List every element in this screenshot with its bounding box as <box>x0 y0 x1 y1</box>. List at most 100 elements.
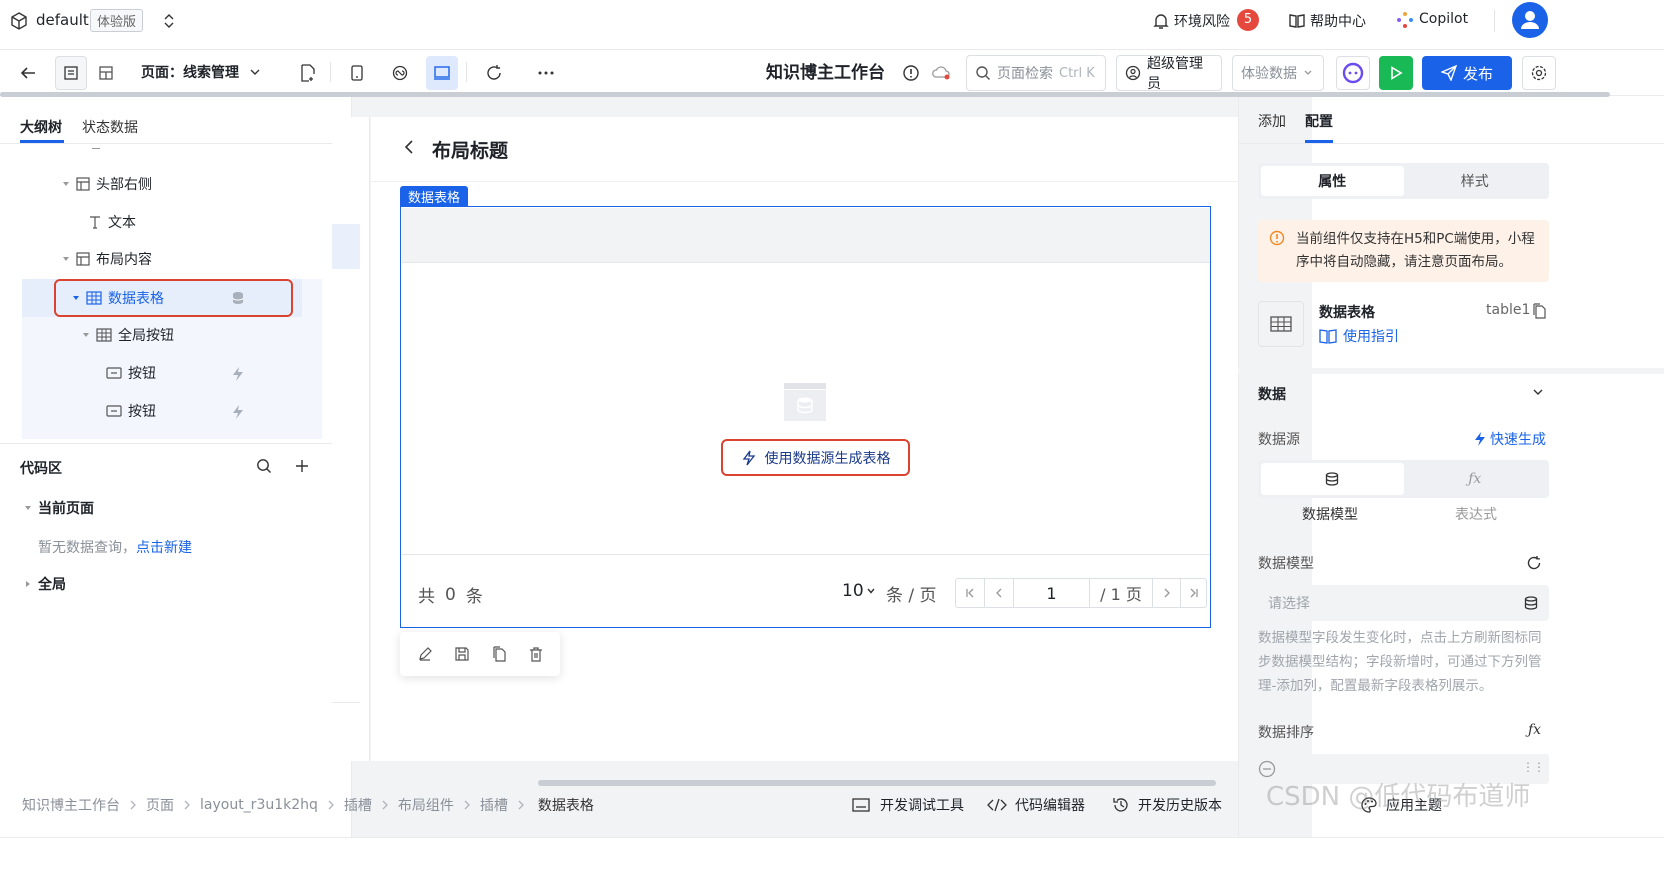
current-page-input[interactable]: 1 <box>1014 579 1090 607</box>
fx-icon[interactable]: ƒx <box>1528 722 1541 738</box>
usage-guide-label: 使用指引 <box>1343 329 1399 345</box>
component-table-icon <box>1258 301 1304 347</box>
role-selector[interactable]: 超级管理员 <box>1116 55 1222 92</box>
ds-model-option[interactable] <box>1261 463 1404 495</box>
dev-tools-link[interactable]: 开发调试工具 <box>852 795 964 815</box>
tree-node-text[interactable]: 文本 <box>88 205 136 239</box>
generate-table-button[interactable]: 使用数据源生成表格 <box>721 439 910 476</box>
desktop-preview-icon[interactable] <box>426 56 458 90</box>
run-button[interactable] <box>1379 56 1413 90</box>
app-switch-icon[interactable] <box>162 12 176 30</box>
info-icon[interactable] <box>898 56 924 90</box>
tree-node-data-table[interactable]: 数据表格 <box>72 281 164 315</box>
miniprogram-preview-icon[interactable] <box>386 56 414 90</box>
tree-node-button-2[interactable]: 按钮 <box>106 394 156 428</box>
page-selector[interactable]: 页面：线索管理 <box>141 58 261 86</box>
copy-icon[interactable] <box>1532 303 1546 319</box>
code-node-global[interactable]: 全局 <box>24 567 66 601</box>
copilot-icon[interactable] <box>1396 11 1414 29</box>
publish-button[interactable]: 发布 <box>1422 56 1512 90</box>
layout-title: 布局标题 <box>432 140 509 162</box>
settings-icon[interactable] <box>1522 56 1556 90</box>
chevron-down-icon <box>866 586 876 596</box>
help-center-link[interactable]: 帮助中心 <box>1310 11 1366 31</box>
total-suffix: 条 <box>465 587 483 607</box>
new-page-icon[interactable] <box>294 56 322 90</box>
caret-down-icon <box>72 294 80 302</box>
lightning-icon <box>231 404 245 420</box>
canvas-left-strip <box>332 117 370 761</box>
tree-label: 全局 <box>38 577 66 593</box>
breadcrumb-item[interactable]: 插槽 <box>344 795 372 815</box>
refresh-icon[interactable] <box>1526 555 1542 571</box>
layout-view-icon[interactable] <box>90 56 122 90</box>
tree-label: 布局内容 <box>96 252 152 268</box>
tree-node-layout-content[interactable]: 布局内容 <box>62 242 152 276</box>
outline-view-icon[interactable] <box>55 56 87 90</box>
tree-node-button-1[interactable]: 按钮 <box>106 356 156 390</box>
breadcrumb-item[interactable]: 数据表格 <box>533 795 598 815</box>
code-node-current-page[interactable]: 当前页面 <box>24 491 94 525</box>
refresh-icon[interactable] <box>480 56 508 90</box>
add-icon[interactable] <box>295 459 309 473</box>
subtab-style[interactable]: 样式 <box>1404 166 1547 196</box>
book-icon[interactable] <box>1288 12 1306 30</box>
drag-handle-icon[interactable]: ⋮⋮ <box>1522 760 1545 774</box>
bell-icon[interactable] <box>1152 12 1170 30</box>
page-size-select[interactable]: 10 <box>842 581 876 601</box>
app-name[interactable]: default <box>36 11 89 29</box>
data-mode-select[interactable]: 体验数据 <box>1232 55 1324 91</box>
empty-query-text: 暂无数据查询， <box>38 540 136 556</box>
copy-icon[interactable] <box>491 646 507 662</box>
page-size-value: 10 <box>842 581 864 601</box>
tab-add[interactable]: 添加 <box>1258 111 1286 131</box>
subtab-properties[interactable]: 属性 <box>1261 166 1404 196</box>
breadcrumb-item[interactable]: 布局组件 <box>398 795 454 815</box>
dev-history-link[interactable]: 开发历史版本 <box>1112 795 1222 815</box>
page-search-input[interactable]: 页面检索 Ctrl K <box>966 55 1106 91</box>
mobile-preview-icon[interactable] <box>343 56 371 90</box>
delete-icon[interactable] <box>528 646 544 662</box>
breadcrumb-item[interactable]: 页面 <box>146 795 174 815</box>
ai-assistant-icon[interactable] <box>1336 56 1370 90</box>
user-circle-icon <box>1125 65 1141 81</box>
breadcrumb-item[interactable]: layout_r3u1k2hq <box>200 797 318 813</box>
table-header-row <box>402 208 1210 263</box>
back-arrow-icon[interactable] <box>14 56 42 90</box>
tree-node-global-buttons[interactable]: 全局按钮 <box>82 318 174 352</box>
tree-node-header-right[interactable]: 头部右侧 <box>62 167 152 201</box>
prev-page-icon[interactable] <box>985 579 1014 607</box>
breadcrumb-item[interactable]: 知识博主工作台 <box>22 795 120 815</box>
tab-config[interactable]: 配置 <box>1305 111 1333 131</box>
create-query-link[interactable]: 点击新建 <box>136 537 192 557</box>
app-cube-icon <box>10 12 28 30</box>
code-editor-link[interactable]: 代码编辑器 <box>987 795 1085 815</box>
chevron-down-icon[interactable] <box>1532 388 1544 398</box>
copilot-link[interactable]: Copilot <box>1419 11 1468 27</box>
usage-guide-link[interactable]: 使用指引 <box>1319 326 1399 346</box>
user-avatar[interactable] <box>1512 2 1548 38</box>
env-risk-label[interactable]: 环境风险 <box>1174 11 1230 31</box>
more-icon[interactable] <box>532 56 560 90</box>
ds-expression-option[interactable]: ƒx <box>1404 463 1547 495</box>
model-placeholder: 请选择 <box>1268 596 1310 612</box>
model-select[interactable]: 请选择 <box>1258 585 1549 621</box>
layout-icon <box>76 252 90 266</box>
tab-state-data[interactable]: 状态数据 <box>82 117 138 137</box>
edit-icon[interactable] <box>417 646 433 662</box>
tab-outline-tree[interactable]: 大纲树 <box>20 117 62 137</box>
search-icon[interactable] <box>256 458 272 474</box>
quick-generate-link[interactable]: 快速生成 <box>1473 429 1546 449</box>
table-icon <box>86 291 102 305</box>
chevron-left-icon[interactable] <box>402 139 416 155</box>
search-icon <box>975 65 991 81</box>
canvas-horizontal-scrollbar[interactable] <box>538 780 1216 786</box>
last-page-icon[interactable] <box>1181 579 1206 607</box>
divider <box>466 62 467 82</box>
first-page-icon[interactable] <box>956 579 985 607</box>
save-icon[interactable] <box>454 646 470 662</box>
lightning-icon <box>1473 431 1487 447</box>
search-shortcut: Ctrl K <box>1059 65 1095 81</box>
breadcrumb-item[interactable]: 插槽 <box>480 795 508 815</box>
next-page-icon[interactable] <box>1153 579 1181 607</box>
